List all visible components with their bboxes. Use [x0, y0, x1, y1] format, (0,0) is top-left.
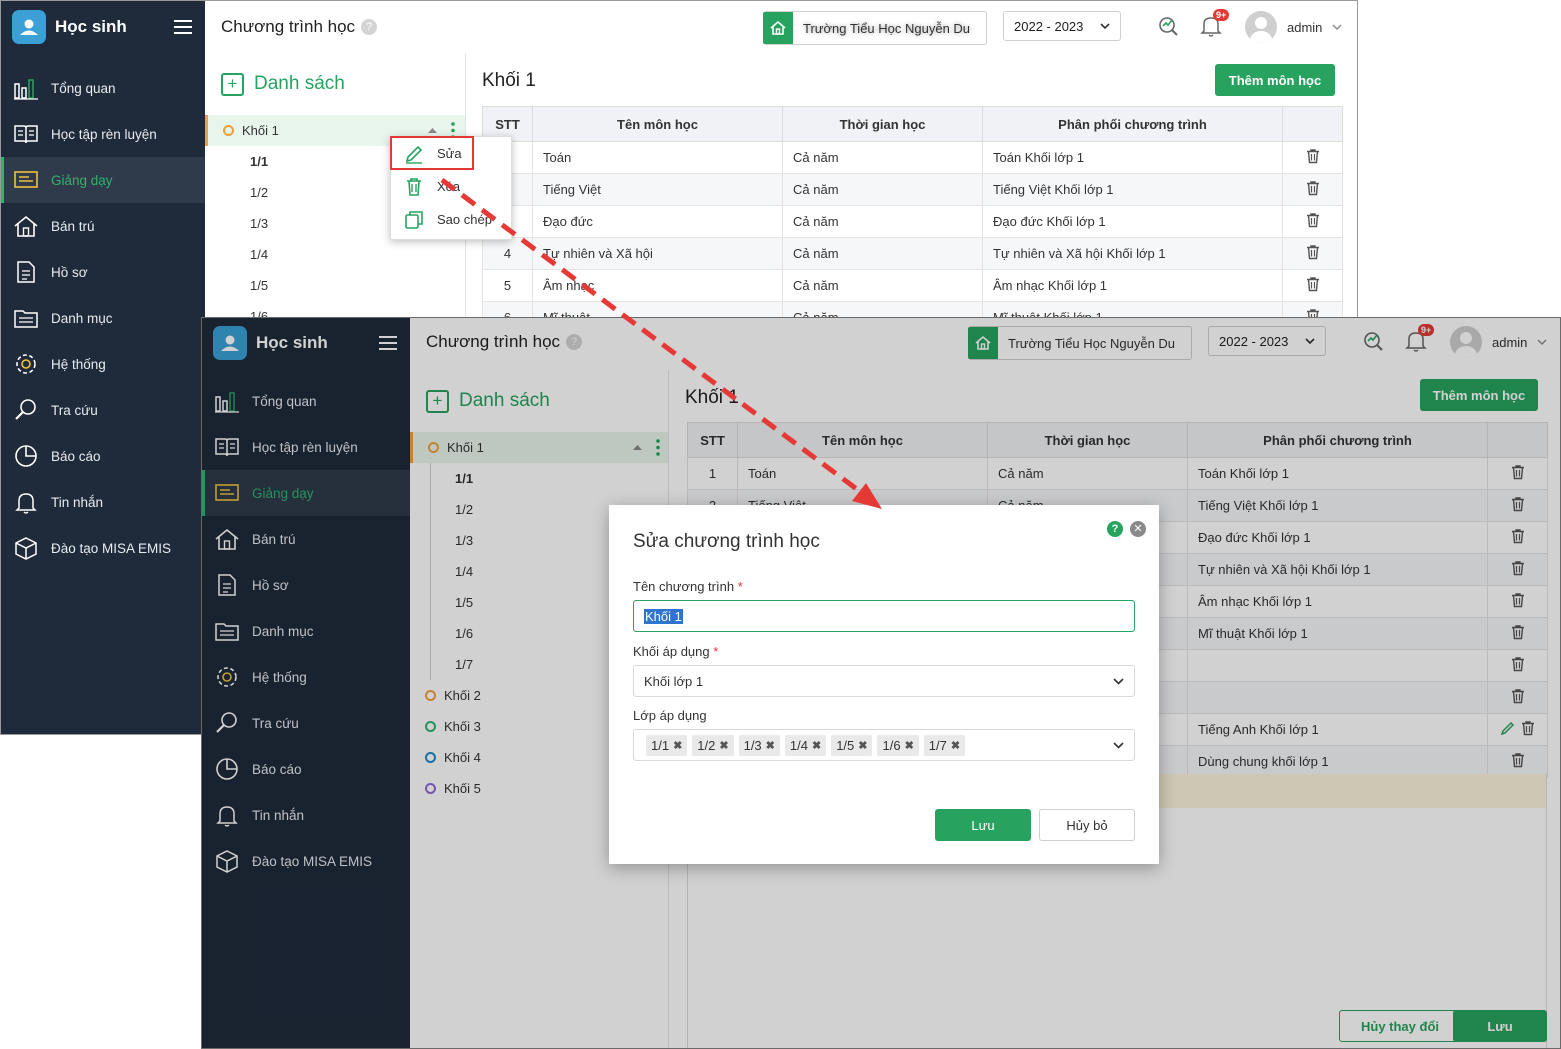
annotation-arrow: [440, 177, 882, 509]
